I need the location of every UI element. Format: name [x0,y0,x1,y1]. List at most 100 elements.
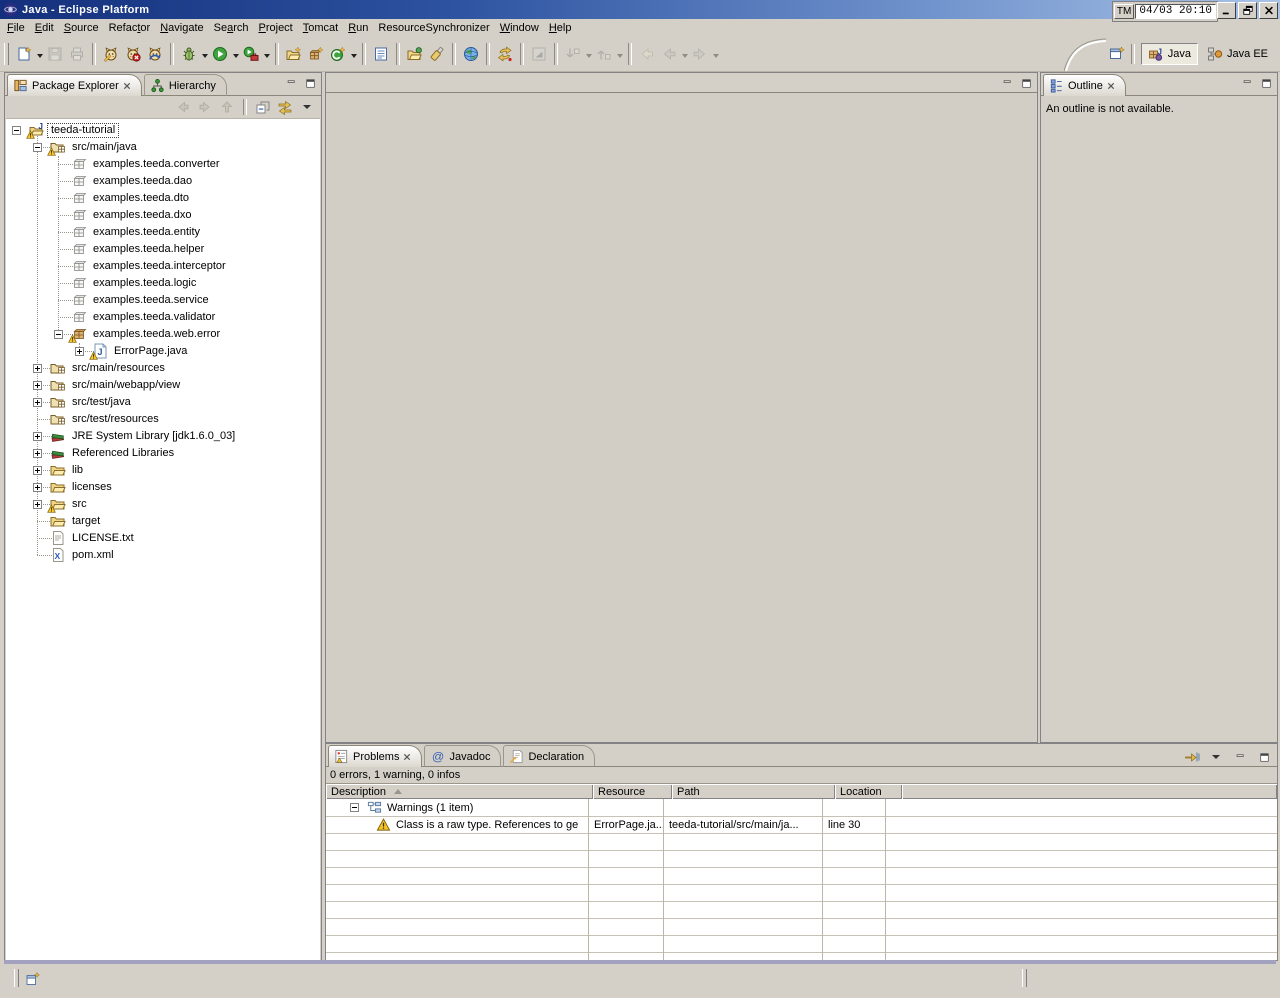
menu-search[interactable]: Search [209,21,254,35]
new-class-button[interactable] [327,43,349,65]
tree-expander-minus[interactable] [33,143,42,152]
tomcat-stop-button[interactable] [122,43,144,65]
editor-maximize-button[interactable] [1018,76,1034,90]
new-dropdown-arrow[interactable] [35,43,44,65]
tree-item[interactable]: examples.teeda.entity [6,224,320,241]
external-tools-button[interactable] [240,43,262,65]
tab-outline[interactable]: Outline [1043,74,1126,96]
run-dropdown-arrow[interactable] [231,43,240,65]
view-menu-button[interactable] [297,98,317,116]
close-tab-icon[interactable] [1107,82,1115,90]
search-button[interactable] [426,43,448,65]
tab-package-explorer[interactable]: Package Explorer [7,74,142,96]
column-header-resource[interactable]: Resource [593,784,672,799]
menu-tomcat[interactable]: Tomcat [298,21,343,35]
tree-item[interactable]: examples.teeda.web.error [6,326,320,343]
new-package-button[interactable] [305,43,327,65]
tree-item[interactable]: teeda-tutorial [6,122,320,139]
tree-item[interactable]: licenses [6,479,320,496]
clock-label[interactable]: TM [1114,4,1134,19]
tree-item[interactable]: examples.teeda.logic [6,275,320,292]
tree-item[interactable]: examples.teeda.dxo [6,207,320,224]
tree-item[interactable]: examples.teeda.validator [6,309,320,326]
tree-expander-plus[interactable] [33,364,42,373]
tree-item[interactable]: examples.teeda.helper [6,241,320,258]
new-java-project-button[interactable] [283,43,305,65]
close-button[interactable] [1259,2,1278,19]
tab-problems[interactable]: Problems [328,745,422,767]
tree-item[interactable]: Referenced Libraries [6,445,320,462]
tree-item[interactable]: LICENSE.txt [6,530,320,547]
tree-item[interactable]: lib [6,462,320,479]
link-with-editor-button[interactable] [275,98,295,116]
tree-item[interactable]: ErrorPage.java [6,343,320,360]
debug-button[interactable] [178,43,200,65]
tree-item[interactable]: src/main/resources [6,360,320,377]
tree-item[interactable]: examples.teeda.service [6,292,320,309]
close-tab-icon[interactable] [403,753,411,761]
open-perspective-button[interactable] [1106,43,1128,65]
tree-expander-plus[interactable] [33,466,42,475]
perspective-java-ee[interactable]: Java EE [1201,44,1274,64]
tree-expander-plus[interactable] [33,500,42,509]
tab-hierarchy[interactable]: Hierarchy [144,74,227,96]
collapse-icon[interactable] [350,803,359,812]
menu-run[interactable]: Run [343,21,373,35]
tab-javadoc[interactable]: Javadoc [424,745,501,767]
menu-source[interactable]: Source [59,21,104,35]
fast-view-button[interactable] [23,969,43,989]
tree-item[interactable]: examples.teeda.dto [6,190,320,207]
close-tab-icon[interactable] [123,82,131,90]
horizontal-sash[interactable] [325,741,1276,743]
tree-expander-plus[interactable] [33,381,42,390]
view-maximize-button[interactable] [302,76,318,90]
synchronize-button[interactable] [494,43,516,65]
tree-item[interactable]: JRE System Library [jdk1.6.0_03] [6,428,320,445]
debug-dropdown-arrow[interactable] [200,43,209,65]
menu-help[interactable]: Help [544,21,577,35]
tree-expander-plus[interactable] [33,432,42,441]
tree-expander-plus[interactable] [33,398,42,407]
outline-maximize-button[interactable] [1258,76,1274,90]
tomcat-restart-button[interactable] [144,43,166,65]
column-header-location[interactable]: Location [835,784,902,799]
view-menu-button[interactable] [1206,748,1226,766]
problems-group-row[interactable]: Warnings (1 item) [326,799,1277,816]
tree-item[interactable]: examples.teeda.dao [6,173,320,190]
run-button[interactable] [209,43,231,65]
tree-item[interactable]: examples.teeda.converter [6,156,320,173]
tree-item[interactable]: src/test/resources [6,411,320,428]
column-header-path[interactable]: Path [672,784,835,799]
menu-navigate[interactable]: Navigate [155,21,208,35]
filter-button[interactable] [1182,748,1202,766]
external-tools-dropdown-arrow[interactable] [262,43,271,65]
toolbar-drag-handle[interactable] [4,43,9,65]
outline-minimize-button[interactable] [1239,76,1255,90]
tree-item[interactable]: target [6,513,320,530]
menu-window[interactable]: Window [495,21,544,35]
tree-item[interactable]: examples.teeda.interceptor [6,258,320,275]
restore-button[interactable] [1238,2,1257,19]
minimize-button[interactable] [1230,748,1250,766]
vertical-sash[interactable] [320,72,325,959]
tree-item[interactable]: src [6,496,320,513]
task-list-button[interactable] [370,43,392,65]
view-minimize-button[interactable] [283,76,299,90]
maximize-button[interactable] [1254,748,1274,766]
tree-expander-plus[interactable] [75,347,84,356]
tomcat-start-button[interactable] [100,43,122,65]
tree-item[interactable]: pom.xml [6,547,320,564]
tree-expander-plus[interactable] [33,449,42,458]
new-button[interactable] [13,43,35,65]
menu-edit[interactable]: Edit [30,21,59,35]
tab-declaration[interactable]: Declaration [503,745,595,767]
web-browser-button[interactable] [460,43,482,65]
tree-item[interactable]: src/main/java [6,139,320,156]
menu-resourcesynchronizer[interactable]: ResourceSynchronizer [373,21,494,35]
menu-file[interactable]: File [2,21,30,35]
tree-item[interactable]: src/main/webapp/view [6,377,320,394]
collapse-all-button[interactable] [253,98,273,116]
tree-item[interactable]: src/test/java [6,394,320,411]
tree-expander-minus[interactable] [12,126,21,135]
new-class-dropdown-arrow[interactable] [349,43,358,65]
